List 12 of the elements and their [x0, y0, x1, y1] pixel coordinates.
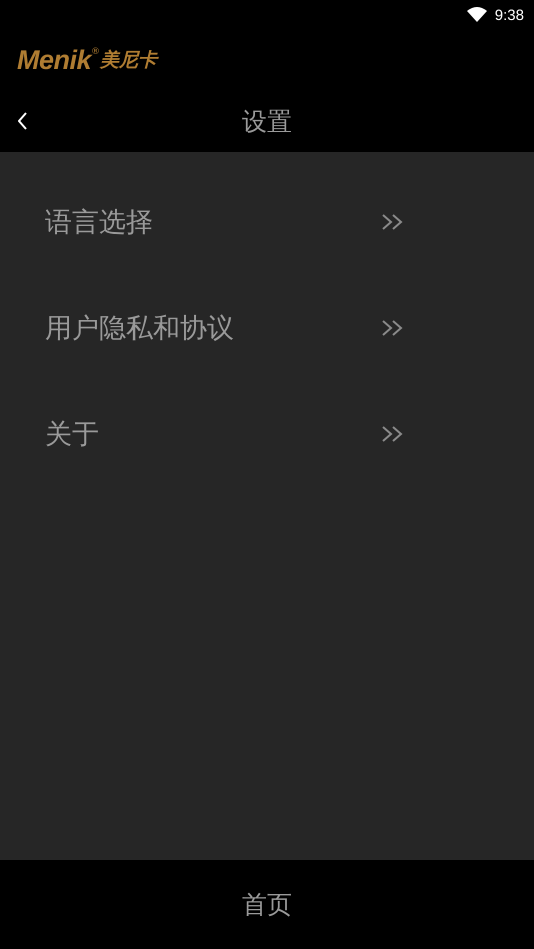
back-icon[interactable]	[18, 112, 28, 130]
wifi-icon	[466, 7, 487, 23]
home-tab[interactable]: 首页	[242, 888, 292, 921]
menu-item[interactable]: 用户隐私和协议	[0, 275, 405, 381]
brand-logo: Menik®美尼卡	[17, 44, 158, 76]
double-chevron-icon	[381, 319, 405, 337]
menu-item[interactable]: 语言选择	[0, 169, 405, 275]
double-chevron-icon	[381, 425, 405, 443]
menu-item[interactable]: 关于	[0, 381, 405, 487]
page-title: 设置	[242, 106, 292, 138]
double-chevron-icon	[381, 213, 405, 231]
status-time: 9:38	[494, 6, 524, 24]
